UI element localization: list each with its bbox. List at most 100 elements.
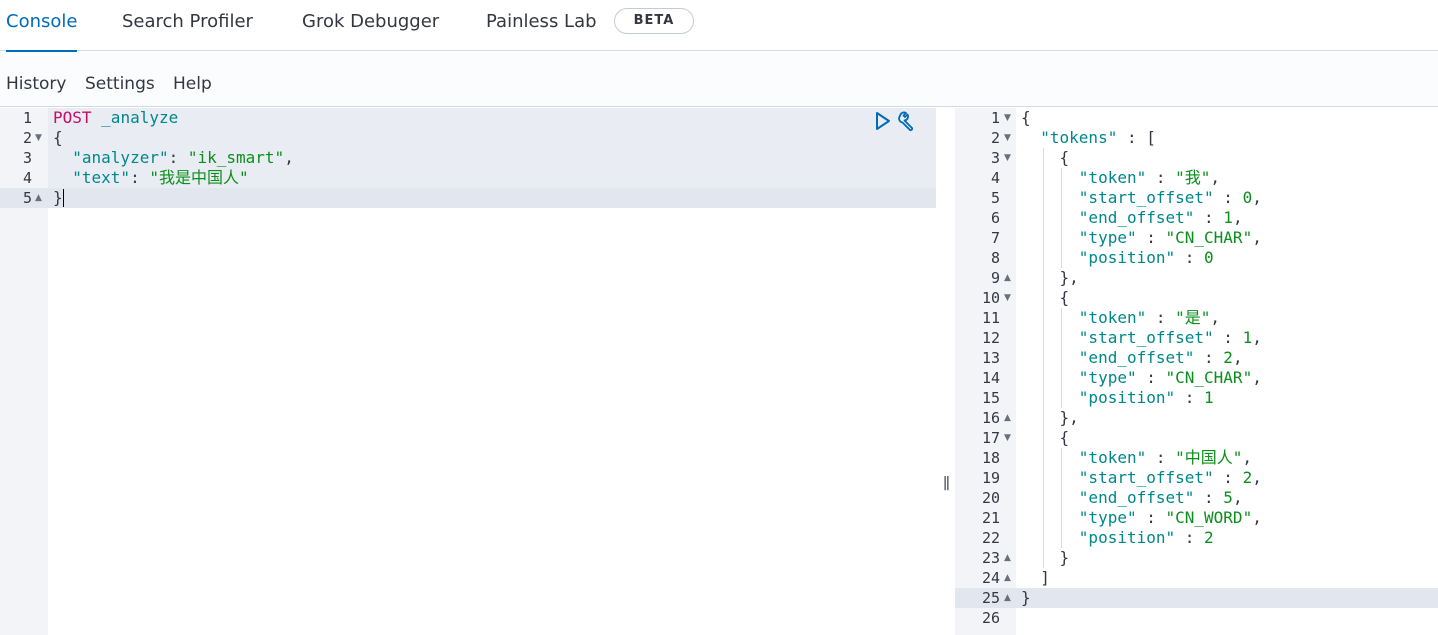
code-line[interactable]: { <box>53 128 63 148</box>
code-line[interactable]: { <box>1021 428 1070 448</box>
code-line[interactable]: { <box>1021 288 1070 308</box>
response-editor[interactable]: 1 ▼{2 ▼ "tokens" : [3 ▼ {4 "token" : "我", 5 … <box>955 108 1438 635</box>
code-line[interactable]: "token" : "是", <box>1021 308 1220 328</box>
fold-close-icon[interactable]: ▲ <box>1004 268 1011 288</box>
code-line[interactable]: "start_offset" : 2, <box>1021 468 1262 488</box>
code-token: "analyzer" <box>72 148 169 167</box>
fold-open-icon[interactable]: ▼ <box>1004 108 1011 128</box>
code-token: 2 <box>1204 528 1214 547</box>
code-line[interactable]: "type" : "CN_CHAR", <box>1021 368 1262 388</box>
code-token: "token" <box>1078 168 1147 187</box>
code-line[interactable]: "position" : 2 <box>1021 528 1214 548</box>
code-token: "token" <box>1078 448 1147 467</box>
fold-close-icon[interactable]: ▲ <box>1004 548 1011 568</box>
code-line[interactable]: "tokens" : [ <box>1021 128 1156 148</box>
fold-open-icon[interactable]: ▼ <box>35 128 42 148</box>
code-line[interactable]: "position" : 0 <box>1021 248 1214 268</box>
tab-console[interactable]: Console <box>6 0 78 52</box>
line-number: 4 <box>22 169 32 187</box>
menu-settings[interactable]: Settings <box>85 74 155 94</box>
code-token: "position" <box>1078 248 1176 267</box>
code-token: ] <box>1021 568 1050 587</box>
code-token: : <box>1146 448 1176 467</box>
code-token: : <box>1175 528 1205 547</box>
code-line[interactable]: ] <box>1021 568 1050 588</box>
code-line[interactable]: }, <box>1021 268 1079 288</box>
fold-open-icon[interactable]: ▼ <box>1004 148 1011 168</box>
code-line[interactable]: "analyzer": "ik_smart", <box>53 148 294 168</box>
code-token: "tokens" <box>1040 128 1118 147</box>
line-number: 3 <box>990 149 1000 167</box>
code-line[interactable]: }, <box>1021 408 1079 428</box>
fold-close-icon[interactable]: ▲ <box>1004 588 1011 608</box>
console-menu-bar: History Settings Help <box>0 52 1438 107</box>
line-number: 24 <box>981 569 1000 587</box>
fold-open-icon[interactable]: ▼ <box>1004 428 1011 448</box>
code-token: POST <box>53 108 92 127</box>
code-token: , <box>1210 168 1221 187</box>
tab-grok-debugger[interactable]: Grok Debugger <box>302 0 439 51</box>
code-line[interactable]: "token" : "我", <box>1021 168 1220 188</box>
code-token: , <box>1242 448 1253 467</box>
menu-help[interactable]: Help <box>173 74 212 94</box>
indent-guide <box>1061 168 1062 268</box>
code-token: } <box>1021 548 1070 567</box>
code-line[interactable]: "end_offset" : 2, <box>1021 348 1243 368</box>
line-number: 5 <box>990 189 1000 207</box>
code-line[interactable]: "text": "我是中国人" <box>53 168 248 188</box>
menu-history[interactable]: History <box>6 74 66 94</box>
code-token: "CN_WORD" <box>1165 508 1253 527</box>
code-line[interactable]: "end_offset" : 1, <box>1021 208 1243 228</box>
code-line[interactable]: "type" : "CN_CHAR", <box>1021 228 1262 248</box>
line-number: 6 <box>990 209 1000 227</box>
code-line[interactable]: "type" : "CN_WORD", <box>1021 508 1262 528</box>
beta-badge: BETA <box>614 8 694 34</box>
code-token: "end_offset" <box>1078 208 1195 227</box>
code-line[interactable]: } <box>1021 548 1070 568</box>
line-number: 22 <box>981 529 1000 547</box>
code-token: "position" <box>1078 528 1176 547</box>
line-number: 7 <box>990 229 1000 247</box>
code-token: "position" <box>1078 388 1176 407</box>
code-line[interactable]: "token" : "中国人", <box>1021 448 1252 468</box>
line-number: 1 <box>22 109 32 127</box>
code-token: "ik_smart" <box>187 148 285 167</box>
tab-painless-lab[interactable]: Painless Lab <box>486 0 597 51</box>
code-line[interactable]: } <box>1021 588 1031 608</box>
code-token: , <box>1252 468 1262 487</box>
code-token: "text" <box>72 168 131 187</box>
code-line[interactable]: "position" : 1 <box>1021 388 1214 408</box>
code-token: "end_offset" <box>1078 348 1195 367</box>
fold-open-icon[interactable]: ▼ <box>1004 288 1011 308</box>
fold-close-icon[interactable]: ▲ <box>1004 568 1011 588</box>
fold-open-icon[interactable]: ▼ <box>1004 128 1011 148</box>
code-token: "token" <box>1078 308 1147 327</box>
code-token: , <box>284 148 294 167</box>
code-token: : <box>1136 228 1166 247</box>
line-number: 2 <box>990 129 1000 147</box>
tab-search-profiler[interactable]: Search Profiler <box>122 0 253 51</box>
code-token: : <box>1213 468 1243 487</box>
editor-resizer[interactable]: || <box>936 108 955 635</box>
fold-close-icon[interactable]: ▲ <box>1004 408 1011 428</box>
fold-close-icon[interactable]: ▲ <box>35 188 42 208</box>
code-token: "CN_CHAR" <box>1165 368 1253 387</box>
code-line[interactable]: { <box>1021 108 1031 128</box>
indent-guide <box>1061 308 1062 408</box>
line-number: 26 <box>981 609 1000 627</box>
wrench-icon[interactable] <box>896 110 918 132</box>
code-line[interactable]: POST _analyze <box>53 108 178 128</box>
code-line[interactable]: "start_offset" : 1, <box>1021 328 1262 348</box>
request-editor[interactable]: 1 POST _analyze 2 ▼ {3 "analyzer": "ik_smart… <box>0 108 936 635</box>
code-line[interactable]: { <box>1021 148 1070 168</box>
code-line[interactable]: "end_offset" : 5, <box>1021 488 1243 508</box>
code-line[interactable]: } <box>53 188 63 208</box>
code-line[interactable]: "start_offset" : 0, <box>1021 188 1262 208</box>
play-icon[interactable] <box>872 110 894 132</box>
